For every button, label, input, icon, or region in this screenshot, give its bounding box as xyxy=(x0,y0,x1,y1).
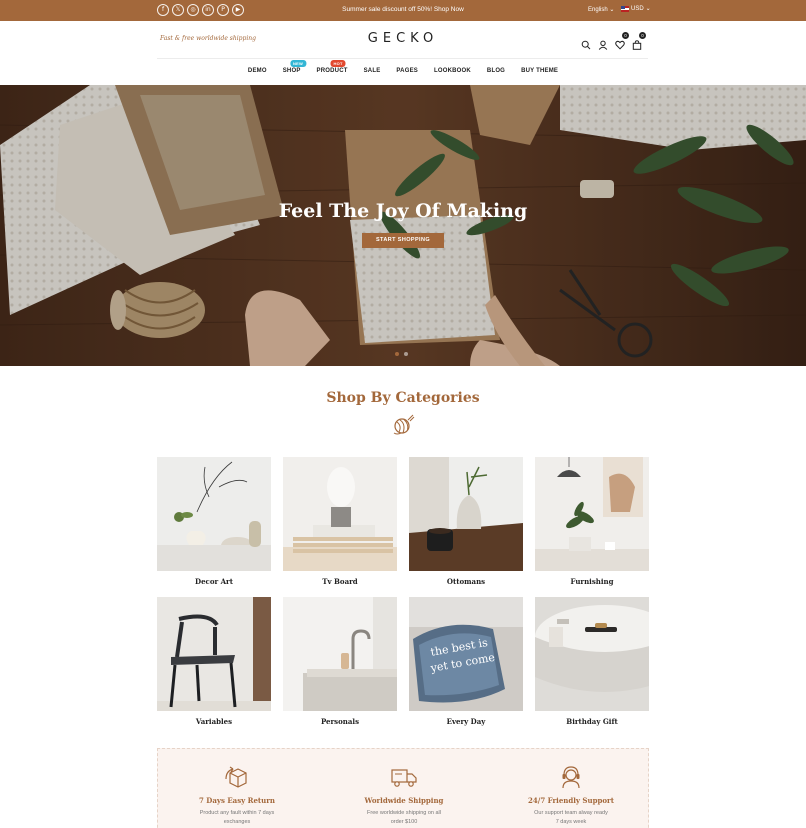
category-image[interactable]: the best is yet to come xyxy=(409,597,523,711)
category-label[interactable]: Ottomans xyxy=(409,577,523,586)
category-label[interactable]: Variables xyxy=(157,717,271,726)
hero-title: Feel The Joy Of Making xyxy=(278,200,528,222)
chevron-down-icon: ⌄ xyxy=(645,6,651,12)
header-actions: 0 0 xyxy=(581,32,646,50)
wishlist-icon[interactable]: 0 xyxy=(615,32,629,50)
hero-image xyxy=(0,85,806,366)
category-label[interactable]: Tv Board xyxy=(283,577,397,586)
currency-selector[interactable]: USD ⌄ xyxy=(621,5,651,12)
category-card-personals[interactable]: Personals xyxy=(283,597,397,726)
category-image[interactable] xyxy=(535,457,649,571)
feature-description: Free worldwide shipping on all order $100 xyxy=(339,809,469,827)
category-card-ottomans[interactable]: Ottomans xyxy=(409,457,523,586)
nav-label: SALE xyxy=(363,68,381,74)
category-label[interactable]: Every Day xyxy=(409,717,523,726)
categories-title: Shop By Categories xyxy=(326,390,480,406)
nav-item-pages[interactable]: PAGES xyxy=(388,68,426,74)
wishlist-count-badge: 0 xyxy=(622,32,629,39)
box-return-icon xyxy=(225,766,247,788)
nav-label: SHOP xyxy=(282,68,301,74)
start-shopping-button[interactable]: START SHOPPING xyxy=(362,233,444,248)
features-strip: 7 Days Easy Return Product any fault wit… xyxy=(157,748,649,828)
category-card-variables[interactable]: Variables xyxy=(157,597,271,726)
category-image[interactable] xyxy=(283,597,397,711)
category-image[interactable] xyxy=(409,457,523,571)
yarn-ball-icon xyxy=(393,414,415,435)
search-icon[interactable] xyxy=(581,35,591,50)
header-divider xyxy=(157,58,648,59)
category-image[interactable] xyxy=(535,597,649,711)
us-flag-icon xyxy=(621,5,629,12)
nav-item-demo[interactable]: DEMO xyxy=(240,68,275,74)
nav-label: PAGES xyxy=(396,68,418,74)
hero-slider: Feel The Joy Of Making START SHOPPING xyxy=(0,85,806,366)
category-label[interactable]: Birthday Gift xyxy=(535,717,649,726)
currency-label: USD xyxy=(631,5,644,12)
feature-title: 24/7 Friendly Support xyxy=(528,796,614,805)
category-image[interactable] xyxy=(157,457,271,571)
feature-description: Our support team alway ready 7 days week xyxy=(506,809,636,827)
nav-item-blog[interactable]: BLOG xyxy=(479,68,513,74)
language-selector[interactable]: English ⌄ xyxy=(588,6,614,13)
nav-label: LOOKBOOK xyxy=(433,68,471,74)
feature-desc-line: Free worldwide shipping on all xyxy=(367,810,441,816)
support-headset-icon xyxy=(562,766,580,789)
feature-desc-line: 7 days week xyxy=(555,819,587,825)
category-label[interactable]: Furnishing xyxy=(535,577,649,586)
category-card-furnishing[interactable]: Furnishing xyxy=(535,457,649,586)
chevron-down-icon: ⌄ xyxy=(609,7,615,13)
feature-friendly-support: 24/7 Friendly Support Our support team a… xyxy=(506,765,636,827)
announcement-bar: f 𝕏 ◎ in P ▶ Summer sale discount off 50… xyxy=(0,0,806,21)
promo-text[interactable]: Summer sale discount off 50%! Shop Now xyxy=(0,6,806,13)
category-label[interactable]: Decor Art xyxy=(157,577,271,586)
feature-title: Worldwide Shipping xyxy=(364,796,444,805)
nav-label: PRODUCT xyxy=(316,68,348,74)
feature-title: 7 Days Easy Return xyxy=(198,796,276,805)
feature-desc-line: Our support team alway ready xyxy=(534,810,608,816)
cart-count-badge: 0 xyxy=(639,32,646,39)
feature-easy-return: 7 Days Easy Return Product any fault wit… xyxy=(172,765,302,827)
nav-item-sale[interactable]: SALE xyxy=(356,68,389,74)
delivery-truck-icon xyxy=(391,769,417,787)
cart-icon[interactable]: 0 xyxy=(632,32,646,50)
language-label: English xyxy=(588,7,608,13)
nav-item-shop[interactable]: NEW SHOP xyxy=(275,60,309,74)
nav-label: BLOG xyxy=(486,68,506,74)
category-card-tv-board[interactable]: Tv Board xyxy=(283,457,397,586)
feature-desc-line: order $100 xyxy=(390,819,418,825)
category-image[interactable] xyxy=(283,457,397,571)
hot-badge: HOT xyxy=(330,60,346,67)
feature-desc-line: exchanges xyxy=(223,819,251,825)
account-icon[interactable] xyxy=(598,35,608,50)
slider-dot-1[interactable] xyxy=(395,352,399,356)
feature-desc-line: Product any fault within 7 days xyxy=(199,810,275,816)
slider-dot-2[interactable] xyxy=(404,352,408,356)
nav-label: BUY THEME xyxy=(521,68,559,74)
category-card-every-day[interactable]: the best is yet to come Every Day xyxy=(409,597,523,726)
main-nav: DEMO NEW SHOP HOT PRODUCT SALE PAGES LOOKB… xyxy=(0,60,806,74)
new-badge: NEW xyxy=(290,60,306,67)
category-card-birthday-gift[interactable]: Birthday Gift xyxy=(535,597,649,726)
category-image[interactable] xyxy=(157,597,271,711)
slider-dots xyxy=(395,352,408,356)
nav-item-lookbook[interactable]: LOOKBOOK xyxy=(426,68,479,74)
category-label[interactable]: Personals xyxy=(283,717,397,726)
site-logo[interactable]: GECKO xyxy=(0,31,806,46)
nav-label: DEMO xyxy=(247,68,267,74)
nav-item-buy-theme[interactable]: BUY THEME xyxy=(513,68,566,74)
feature-worldwide-shipping: Worldwide Shipping Free worldwide shippi… xyxy=(339,765,469,827)
category-card-decor-art[interactable]: Decor Art xyxy=(157,457,271,586)
nav-item-product[interactable]: HOT PRODUCT xyxy=(309,60,356,74)
feature-description: Product any fault within 7 days exchanges xyxy=(172,809,302,827)
